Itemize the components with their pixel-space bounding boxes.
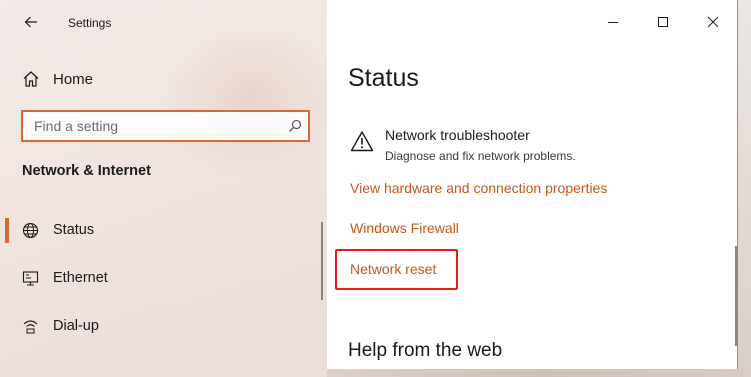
ethernet-icon xyxy=(22,271,39,286)
maximize-icon xyxy=(658,17,668,27)
desktop-background xyxy=(738,0,751,377)
selected-indicator xyxy=(5,218,9,243)
sidebar-item-label: Dial-up xyxy=(53,318,99,334)
minimize-icon xyxy=(608,22,618,23)
search-box[interactable] xyxy=(21,110,310,142)
desktop-background-bottom xyxy=(327,369,751,377)
globe-icon xyxy=(22,222,39,239)
sidebar-item-label: Status xyxy=(53,222,95,238)
home-nav-item[interactable]: Home xyxy=(0,60,327,98)
view-hardware-link[interactable]: View hardware and connection properties xyxy=(350,180,607,196)
windows-firewall-link[interactable]: Windows Firewall xyxy=(350,220,459,236)
highlight-box xyxy=(335,249,458,290)
warning-icon xyxy=(350,131,374,152)
close-icon xyxy=(707,16,719,28)
troubleshooter-title: Network troubleshooter xyxy=(385,127,530,143)
close-button[interactable] xyxy=(688,0,738,44)
home-label: Home xyxy=(53,71,94,88)
maximize-button[interactable] xyxy=(638,0,688,44)
section-heading: Network & Internet xyxy=(22,163,151,179)
back-button[interactable] xyxy=(16,8,46,36)
sidebar: Settings Home Network & Internet Status … xyxy=(0,0,327,377)
page-title: Status xyxy=(348,64,419,92)
dialup-icon xyxy=(23,320,38,334)
sidebar-item-ethernet[interactable]: Ethernet xyxy=(0,258,320,298)
troubleshooter-description: Diagnose and fix network problems. xyxy=(385,149,576,163)
home-icon xyxy=(23,71,39,87)
help-heading: Help from the web xyxy=(348,340,503,361)
network-troubleshooter[interactable]: Network troubleshooter Diagnose and fix … xyxy=(348,124,708,168)
window-controls xyxy=(588,0,738,44)
sidebar-item-label: Ethernet xyxy=(53,270,108,286)
sidebar-scrollbar[interactable] xyxy=(321,222,323,300)
app-title: Settings xyxy=(68,16,112,30)
search-icon[interactable] xyxy=(288,119,302,133)
sidebar-item-dialup[interactable]: Dial-up xyxy=(0,306,320,346)
minimize-button[interactable] xyxy=(588,0,638,44)
back-arrow-icon xyxy=(24,16,37,28)
search-input[interactable] xyxy=(23,112,278,140)
content-pane: Status Network troubleshooter Diagnose a… xyxy=(327,0,738,369)
title-bar: Settings xyxy=(0,0,327,45)
sidebar-item-status[interactable]: Status xyxy=(0,210,320,250)
